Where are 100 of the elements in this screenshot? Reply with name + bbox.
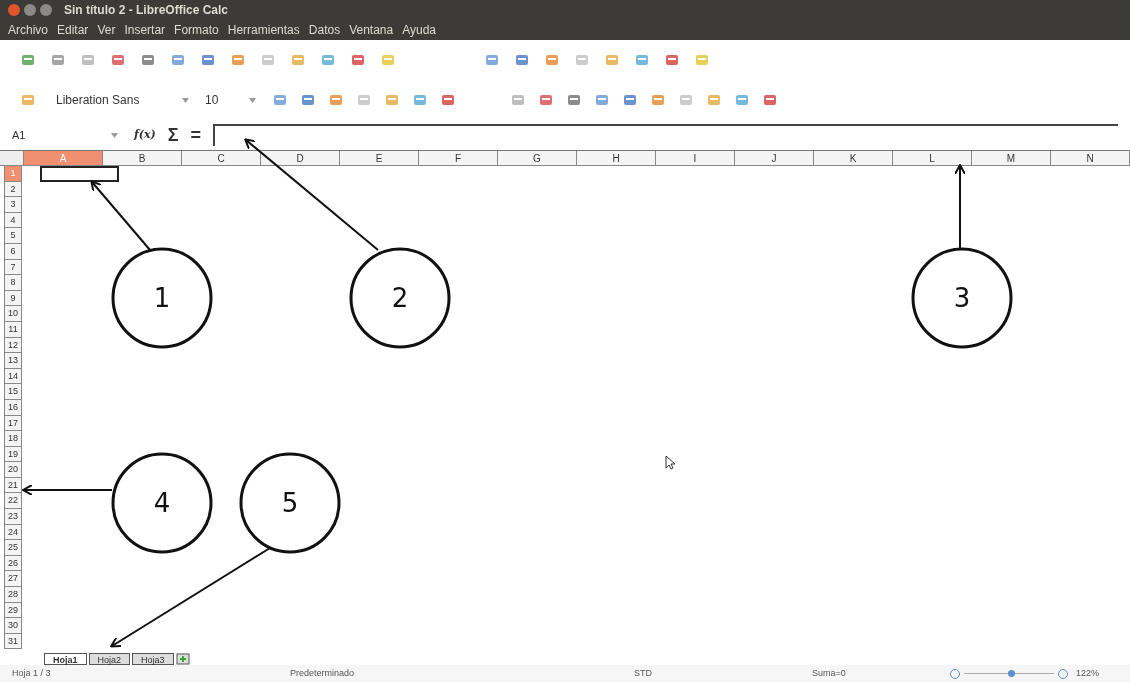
toolbar-icon[interactable] [140, 52, 156, 68]
close-button[interactable] [8, 4, 20, 16]
toolbar-icon[interactable] [170, 52, 186, 68]
row-header[interactable]: 30 [4, 618, 22, 634]
sum-display: Suma=0 [812, 666, 847, 680]
formula-input-field[interactable] [213, 124, 1118, 146]
toolbar-icon[interactable] [412, 92, 428, 108]
column-header[interactable]: I [656, 151, 735, 166]
column-header[interactable]: D [261, 151, 340, 166]
caret-icon[interactable] [111, 132, 118, 138]
toolbar-icon[interactable] [80, 52, 96, 68]
row-header[interactable]: 3 [4, 197, 22, 213]
callout-number: 3 [953, 283, 971, 313]
toolbar-icon[interactable] [110, 52, 126, 68]
row-header[interactable]: 22 [4, 493, 22, 510]
toolbar-icon[interactable] [634, 52, 650, 68]
toolbar-icon[interactable] [594, 92, 610, 108]
menu-item[interactable]: Editar [57, 21, 89, 39]
toolbar-icon[interactable] [484, 52, 500, 68]
callout-number: 2 [391, 283, 409, 313]
toolbar-icon[interactable] [664, 52, 680, 68]
toolbar-icon[interactable] [356, 92, 372, 108]
toolbar-icon[interactable] [650, 92, 666, 108]
menu-item[interactable]: Archivo [8, 21, 48, 39]
toolbar-icon[interactable] [544, 52, 560, 68]
column-header[interactable]: C [182, 151, 261, 166]
toolbar-icon[interactable] [380, 52, 396, 68]
column-header[interactable]: K [814, 151, 893, 166]
toolbar-icon[interactable] [622, 92, 638, 108]
row-header[interactable]: 28 [4, 587, 22, 603]
column-header[interactable]: H [577, 151, 656, 166]
column-header[interactable]: E [340, 151, 419, 166]
toolbar-icon[interactable] [762, 92, 778, 108]
toolbar-icon[interactable] [514, 52, 530, 68]
toolbar-icon[interactable] [440, 92, 456, 108]
row-header[interactable]: 23 [4, 509, 22, 525]
column-header[interactable]: L [893, 151, 972, 166]
toolbar-icon[interactable] [384, 92, 400, 108]
zoom-thumb[interactable] [1007, 670, 1015, 677]
toolbar-icon[interactable] [50, 52, 66, 68]
menu-item[interactable]: Ventana [349, 21, 394, 39]
column-header[interactable]: G [498, 151, 577, 166]
column-header[interactable]: M [972, 151, 1051, 166]
toolbar-icon[interactable] [328, 92, 344, 108]
toolbar-icon[interactable] [734, 92, 750, 108]
font-name-field[interactable]: Liberation Sans [48, 91, 193, 109]
window-title: Sin título 2 - LibreOffice Calc [64, 2, 229, 19]
row-header[interactable]: 8 [4, 275, 22, 291]
toolbar-icon[interactable] [200, 52, 216, 68]
caret-icon[interactable] [249, 97, 256, 103]
callout-number: 4 [153, 488, 171, 518]
caret-icon[interactable] [182, 97, 189, 103]
toolbar-icon[interactable] [706, 92, 722, 108]
toolbar-icon[interactable] [574, 52, 590, 68]
toolbar-icon[interactable] [230, 52, 246, 68]
sheet-tab[interactable]: Hoja2 [88, 653, 131, 665]
toolbar-icon[interactable] [678, 92, 694, 108]
menu-item[interactable]: Formato [174, 21, 219, 39]
toolbar-icon[interactable] [510, 92, 526, 108]
row-header[interactable]: 27 [4, 571, 22, 588]
menu-item[interactable]: Insertar [124, 21, 166, 39]
menu-item[interactable]: Ayuda [402, 21, 436, 39]
sheet-tab[interactable]: Hoja3 [132, 653, 174, 665]
toolbar-icon[interactable] [350, 52, 366, 68]
toolbar-icon[interactable] [300, 92, 316, 108]
sum-button[interactable]: Σ [167, 121, 179, 149]
toolbar-icon[interactable] [20, 52, 36, 68]
row-header[interactable]: 20 [4, 462, 22, 478]
toolbar-icon[interactable] [538, 92, 554, 108]
font-size-field[interactable]: 10 [205, 91, 260, 109]
row-header[interactable]: 25 [4, 540, 22, 556]
toolbar-icon[interactable] [272, 92, 288, 108]
row-header[interactable]: 10 [4, 306, 22, 322]
menu-item[interactable]: Herramientas [227, 21, 300, 39]
column-header[interactable]: N [1051, 151, 1130, 166]
toolbar-icon[interactable] [20, 92, 36, 108]
row-header[interactable]: 13 [4, 353, 22, 369]
column-header[interactable]: F [419, 151, 498, 166]
row-header[interactable]: 15 [4, 384, 22, 400]
column-header[interactable]: J [735, 151, 814, 166]
toolbar-icon[interactable] [260, 52, 276, 68]
toolbar-icon[interactable] [694, 52, 710, 68]
toolbar-icon[interactable] [320, 52, 336, 68]
toolbar-icon[interactable] [604, 52, 620, 68]
add-sheet-icon[interactable] [175, 653, 190, 665]
row-header[interactable]: 5 [4, 228, 22, 244]
row-header[interactable]: 18 [4, 431, 22, 447]
formula-button[interactable]: = [190, 121, 202, 149]
column-header[interactable]: B [103, 151, 182, 166]
menu-item[interactable]: Datos [308, 21, 341, 39]
sheet-tab[interactable]: Hoja1 [44, 653, 87, 665]
zoom-reading: 122% [1076, 666, 1100, 680]
maximize-button[interactable] [40, 4, 52, 16]
toolbar-icon[interactable] [566, 92, 582, 108]
minimize-button[interactable] [24, 4, 36, 16]
name-box[interactable]: A1 [12, 126, 122, 144]
function-wizard-button[interactable]: f(x) [134, 126, 156, 144]
menu-item[interactable]: Ver [97, 21, 116, 39]
toolbar-icon[interactable] [290, 52, 306, 68]
selected-cell[interactable] [40, 166, 119, 182]
